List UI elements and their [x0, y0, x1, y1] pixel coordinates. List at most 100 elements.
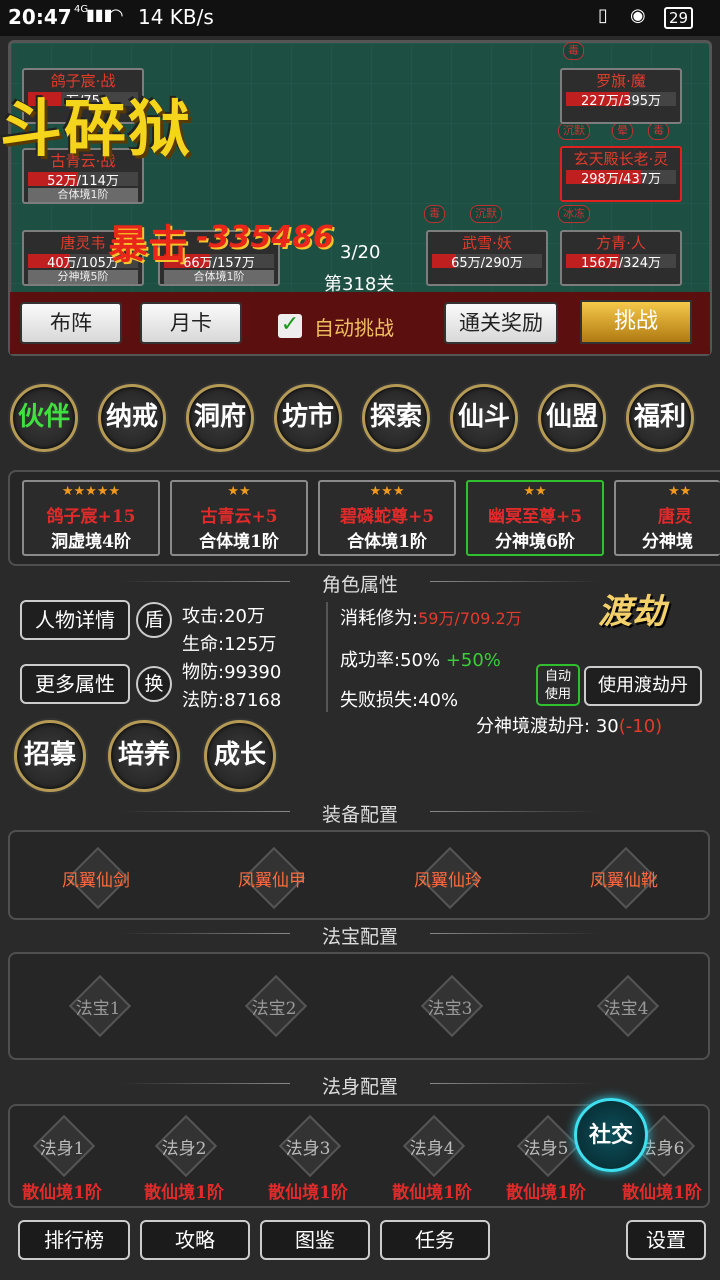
status-tag: 毒 [563, 42, 584, 60]
stat-magic-def: 法防:87168 [182, 690, 282, 711]
auto-challenge-label: 自动挑战 [314, 316, 394, 340]
settings-button[interactable]: 设置 [626, 1220, 706, 1260]
more-attributes-button[interactable]: 更多属性 [20, 664, 130, 704]
net-speed: 14 KB/s [138, 5, 214, 29]
partner-level: 合体境1阶 [347, 532, 427, 552]
unit-name: 罗旗·魔 [596, 72, 646, 90]
battery-icon: 29 [664, 7, 694, 29]
equip-slot-ring[interactable]: 凤翼仙玲 [408, 836, 488, 916]
body-slot[interactable]: 法身5 散仙境1阶 [506, 1104, 586, 1203]
guide-button[interactable]: 攻略 [140, 1220, 250, 1260]
nav-partner[interactable]: 伙伴 [10, 384, 78, 452]
status-tag: 冰冻 [558, 205, 590, 223]
recruit-button[interactable]: 招募 [14, 720, 86, 792]
auto-challenge-checkbox[interactable]: ✓ [278, 314, 302, 338]
star-icon: ★★★★★ [61, 484, 121, 499]
enemy-card[interactable]: 罗旗·魔 227万/395万 [560, 68, 682, 124]
challenge-button[interactable]: 挑战 [580, 300, 692, 344]
section-title-dharma-body: 法身配置 [0, 1072, 720, 1099]
body-slot[interactable]: 法身3 散仙境1阶 [268, 1104, 348, 1203]
status-tag: 沉默 [470, 205, 502, 223]
wifi-icon: ◠ [108, 5, 124, 26]
section-title-equipment: 装备配置 [0, 800, 720, 827]
equip-slot-armor[interactable]: 凤翼仙甲 [232, 836, 312, 916]
partner-card[interactable]: ★★ 唐灵 分神境 [614, 480, 720, 556]
treasure-slot[interactable]: 法宝2 [234, 964, 314, 1044]
treasure-slot[interactable]: 法宝4 [586, 964, 666, 1044]
tribulation-logo[interactable]: 渡劫 [598, 584, 682, 644]
partner-name: 唐灵 [658, 507, 692, 527]
body-slot[interactable]: 法身1 散仙境1阶 [22, 1104, 102, 1203]
unit-hp: 52万/114万 [47, 174, 119, 189]
character-detail-button[interactable]: 人物详情 [20, 600, 130, 640]
social-button[interactable]: 社交 [574, 1098, 648, 1172]
skill-title: 斗碎狱 [0, 92, 193, 165]
crit-label: 暴击 [108, 221, 188, 268]
unit-hp: 227万/395万 [580, 94, 661, 109]
tasks-button[interactable]: 任务 [380, 1220, 490, 1260]
body-slot[interactable]: 法身4 散仙境1阶 [392, 1104, 472, 1203]
stat-hp: 生命:125万 [182, 634, 277, 655]
fail-loss: 失败损失:40% [340, 690, 459, 711]
nav-ring[interactable]: 纳戒 [98, 384, 166, 452]
status-bar: 20:47 4G ▮▮▮ ◠ 14 KB/s ▯ ◉ 29 [0, 0, 720, 36]
enemy-card-targeted[interactable]: 玄天殿长老·灵 298万/437万 [560, 146, 682, 202]
enemy-card[interactable]: 武雪·妖 65万/290万 [426, 230, 548, 286]
partner-card[interactable]: ★★ 古青云+5 合体境1阶 [170, 480, 308, 556]
partner-name: 古青云+5 [200, 507, 278, 527]
nav-welfare[interactable]: 福利 [626, 384, 694, 452]
partner-level: 洞虚境4阶 [51, 532, 131, 552]
status-tag: 毒 [424, 205, 445, 223]
enemy-card[interactable]: 方青·人 156万/324万 [560, 230, 682, 286]
partner-level: 分神境6阶 [495, 532, 575, 552]
status-tag: 毒 [648, 122, 669, 140]
nav-cave[interactable]: 洞府 [186, 384, 254, 452]
partner-name: 鸽子宸+15 [46, 507, 136, 527]
equip-slot-boots[interactable]: 凤翼仙靴 [584, 836, 664, 916]
nav-arena[interactable]: 仙斗 [450, 384, 518, 452]
unit-level: 分神境5阶 [28, 270, 138, 284]
equip-slot-sword[interactable]: 凤翼仙剑 [56, 836, 136, 916]
unit-level: 合体境1阶 [164, 270, 274, 284]
divider [326, 602, 328, 712]
star-icon: ★★ [523, 484, 547, 499]
stat-attack: 攻击:20万 [182, 606, 265, 627]
star-icon: ★★ [668, 484, 692, 499]
nav-explore[interactable]: 探索 [362, 384, 430, 452]
train-button[interactable]: 培养 [108, 720, 180, 792]
partner-name: 幽冥至尊+5 [487, 507, 583, 527]
clear-reward-button[interactable]: 通关奖励 [444, 302, 558, 344]
unit-hp: 156万/324万 [580, 256, 661, 271]
cultivation-cost: 消耗修为:59万/709.2万 [340, 608, 522, 629]
body-slot[interactable]: 法身2 散仙境1阶 [144, 1104, 224, 1203]
star-icon: ★★★ [369, 484, 405, 499]
wave-counter: 3/20 [340, 242, 381, 263]
unit-name: 玄天殿长老·灵 [573, 150, 669, 168]
nav-alliance[interactable]: 仙盟 [538, 384, 606, 452]
unit-level: 合体境1阶 [28, 188, 138, 202]
partner-level: 合体境1阶 [199, 532, 279, 552]
swap-button[interactable]: 换 [136, 666, 172, 702]
status-tag: 晕 [612, 122, 633, 140]
nav-market[interactable]: 坊市 [274, 384, 342, 452]
auto-use-toggle[interactable]: 自动使用 [536, 664, 580, 706]
section-title-treasure: 法宝配置 [0, 922, 720, 949]
status-tag: 沉默 [558, 122, 590, 140]
star-icon: ★★ [227, 484, 251, 499]
unit-name: 方青·人 [596, 234, 646, 252]
treasure-slot[interactable]: 法宝3 [410, 964, 490, 1044]
partner-level: 分神境 [642, 532, 693, 552]
partner-card[interactable]: ★★★ 碧磷蛇尊+5 合体境1阶 [318, 480, 456, 556]
grow-button[interactable]: 成长 [204, 720, 276, 792]
codex-button[interactable]: 图鉴 [260, 1220, 370, 1260]
shield-button[interactable]: 盾 [136, 602, 172, 638]
use-pill-button[interactable]: 使用渡劫丹 [584, 666, 702, 706]
pill-count: 分神境渡劫丹: 30(-10) [476, 716, 663, 737]
formation-button[interactable]: 布阵 [20, 302, 122, 344]
partner-card-selected[interactable]: ★★ 幽冥至尊+5 分神境6阶 [466, 480, 604, 556]
ranking-button[interactable]: 排行榜 [18, 1220, 130, 1260]
monthly-card-button[interactable]: 月卡 [140, 302, 242, 344]
partner-card[interactable]: ★★★★★ 鸽子宸+15 洞虚境4阶 [22, 480, 160, 556]
unit-hp: 65万/290万 [451, 256, 523, 271]
treasure-slot[interactable]: 法宝1 [58, 964, 138, 1044]
